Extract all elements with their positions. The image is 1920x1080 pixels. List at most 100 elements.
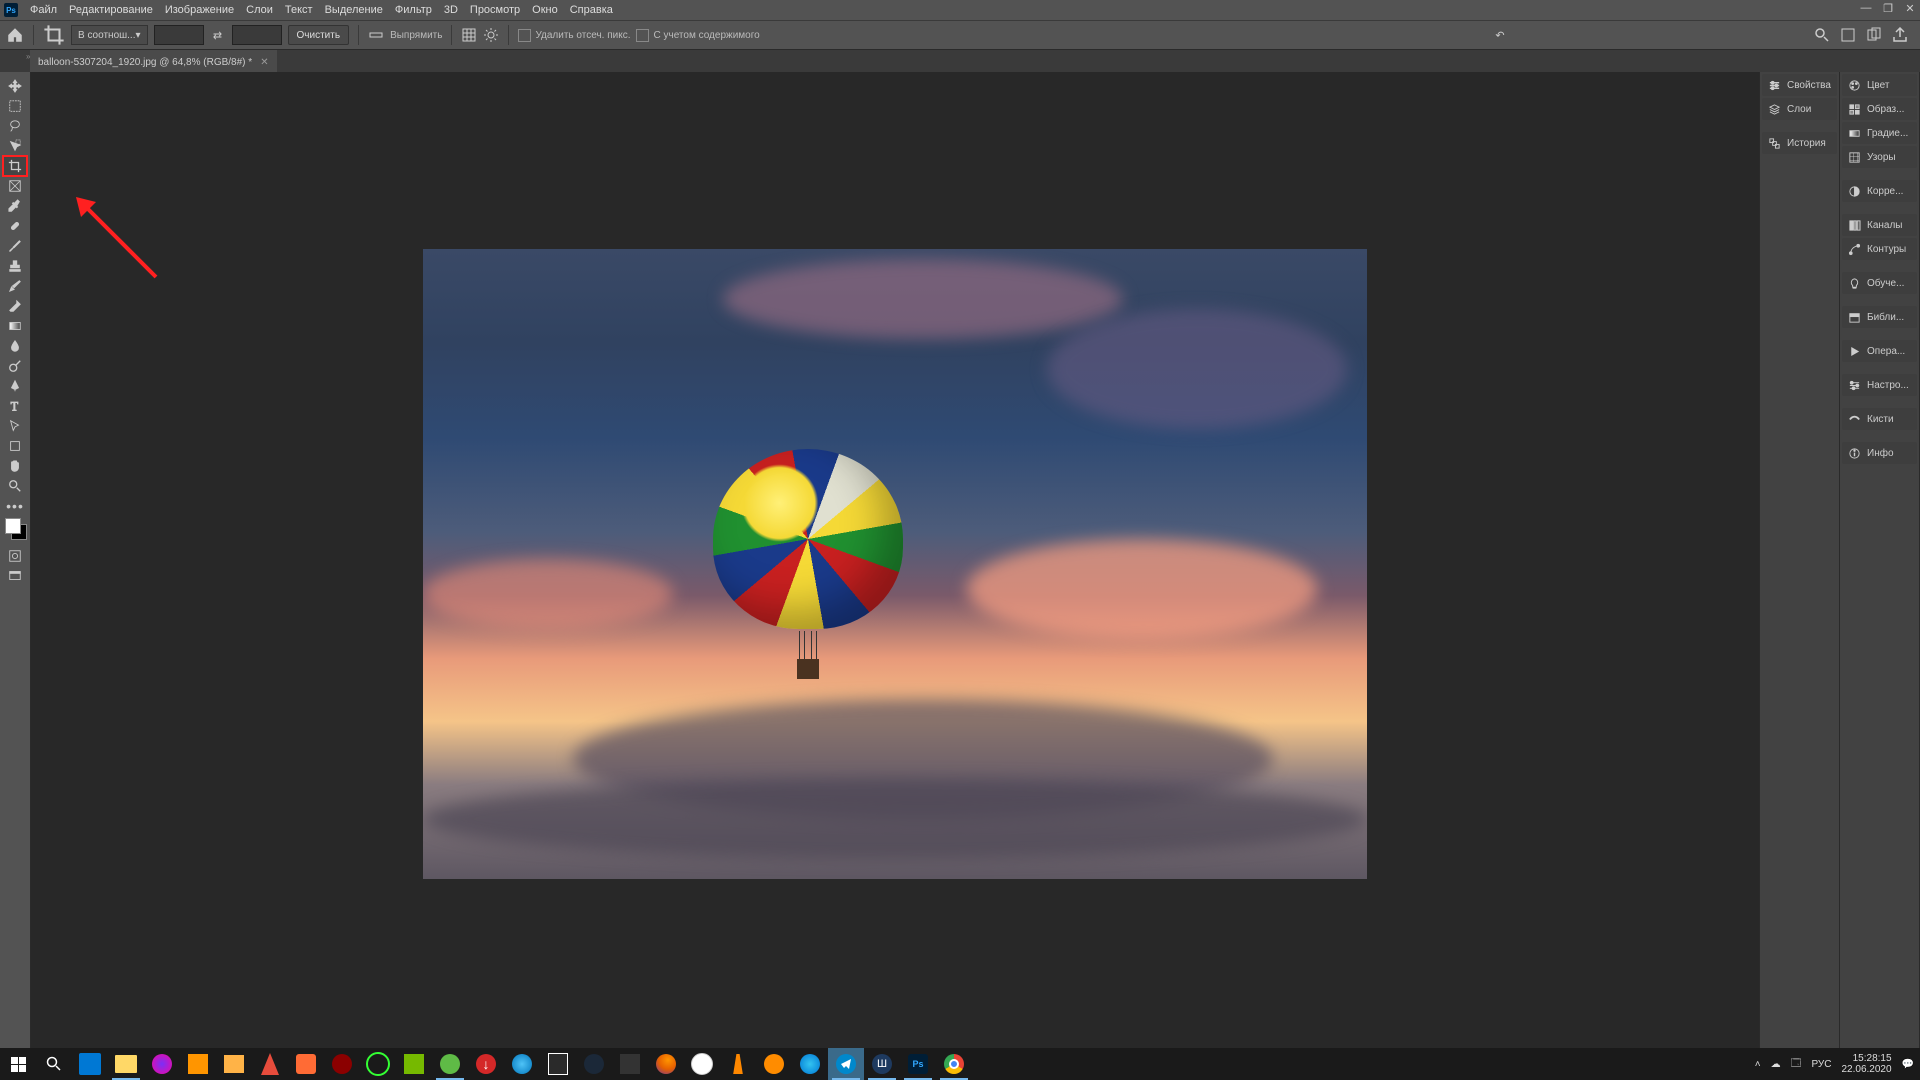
close-button[interactable]: ✕ [1904, 2, 1916, 14]
canvas-area[interactable] [31, 72, 1759, 1056]
taskbar-app-4[interactable] [180, 1048, 216, 1080]
marquee-tool[interactable] [3, 96, 27, 116]
hand-tool[interactable] [3, 456, 27, 476]
panel-layers[interactable]: Слои [1762, 98, 1837, 120]
menu-edit[interactable]: Редактирование [63, 2, 159, 18]
panel-settings[interactable]: Настро... [1842, 374, 1917, 396]
menu-filter[interactable]: Фильтр [389, 2, 438, 18]
taskbar-app-7[interactable] [288, 1048, 324, 1080]
eraser-tool[interactable] [3, 296, 27, 316]
taskbar-telegram[interactable] [828, 1048, 864, 1080]
lasso-tool[interactable] [3, 116, 27, 136]
menu-help[interactable]: Справка [564, 2, 619, 18]
delete-cropped-checkbox[interactable]: Удалить отсеч. пикс. [518, 29, 630, 42]
panel-swatches[interactable]: Образ... [1842, 98, 1917, 120]
pen-tool[interactable] [3, 376, 27, 396]
crop-height-input[interactable] [232, 25, 282, 45]
document-canvas[interactable] [423, 249, 1367, 879]
taskbar-app-10[interactable] [396, 1048, 432, 1080]
menu-view[interactable]: Просмотр [464, 2, 526, 18]
menu-window[interactable]: Окно [526, 2, 564, 18]
tray-battery-icon[interactable]: 🗔 [1791, 1056, 1802, 1073]
zoom-tool[interactable] [3, 476, 27, 496]
start-button[interactable] [0, 1048, 36, 1080]
taskbar-app-1[interactable] [72, 1048, 108, 1080]
panel-color[interactable]: Цвет [1842, 74, 1917, 96]
document-tab[interactable]: balloon-5307204_1920.jpg @ 64,8% (RGB/8#… [30, 50, 277, 74]
taskbar-app-9[interactable] [360, 1048, 396, 1080]
taskbar-app-6[interactable] [252, 1048, 288, 1080]
shape-tool[interactable] [3, 436, 27, 456]
taskbar-app-16[interactable] [612, 1048, 648, 1080]
menu-select[interactable]: Выделение [319, 2, 389, 18]
edit-toolbar[interactable]: ••• [3, 496, 27, 516]
artboard-icon[interactable] [1866, 27, 1882, 43]
share-icon[interactable] [1892, 27, 1908, 43]
menu-3d[interactable]: 3D [438, 2, 464, 18]
restore-button[interactable]: ❐ [1882, 2, 1894, 14]
brush-tool[interactable] [3, 236, 27, 256]
stamp-tool[interactable] [3, 256, 27, 276]
taskbar-app-12[interactable]: ↓ [468, 1048, 504, 1080]
panel-paths[interactable]: Контуры [1842, 238, 1917, 260]
taskbar-explorer[interactable] [108, 1048, 144, 1080]
quick-select-tool[interactable] [3, 136, 27, 156]
taskbar-epic[interactable] [540, 1048, 576, 1080]
crop-width-input[interactable] [154, 25, 204, 45]
crop-tool-indicator-icon[interactable] [43, 24, 65, 46]
taskbar-app-5[interactable] [216, 1048, 252, 1080]
taskbar-itunes[interactable] [684, 1048, 720, 1080]
ratio-preset-dropdown[interactable]: В соотнош... ▾ [71, 25, 148, 45]
undo-icon[interactable]: ↶ [1492, 27, 1508, 43]
taskbar-app-11[interactable] [432, 1048, 468, 1080]
dodge-tool[interactable] [3, 356, 27, 376]
frame-icon[interactable] [1840, 27, 1856, 43]
healing-tool[interactable] [3, 216, 27, 236]
menu-file[interactable]: Файл [24, 2, 63, 18]
swap-dimensions-icon[interactable]: ⇄ [210, 27, 226, 43]
panel-gradients[interactable]: Градие... [1842, 122, 1917, 144]
search-icon[interactable] [1814, 27, 1830, 43]
collapse-chevron-icon[interactable]: » [26, 52, 30, 61]
taskbar-search-icon[interactable] [36, 1048, 72, 1080]
panel-actions[interactable]: Опера... [1842, 340, 1917, 362]
straighten-icon[interactable] [368, 27, 384, 43]
menu-image[interactable]: Изображение [159, 2, 240, 18]
tray-clock[interactable]: 15:28:15 22.06.2020 [1841, 1053, 1891, 1075]
panel-adjustments[interactable]: Корре... [1842, 180, 1917, 202]
tray-cloud-icon[interactable]: ☁ [1771, 1059, 1781, 1070]
taskbar-photoshop[interactable]: Ps [900, 1048, 936, 1080]
tray-lang[interactable]: РУС [1811, 1059, 1831, 1070]
panel-info[interactable]: Инфо [1842, 442, 1917, 464]
overlay-grid-icon[interactable] [461, 27, 477, 43]
text-tool[interactable]: T [3, 396, 27, 416]
taskbar-firefox[interactable] [648, 1048, 684, 1080]
content-aware-checkbox[interactable]: С учетом содержимого [636, 29, 759, 42]
gradient-tool[interactable] [3, 316, 27, 336]
taskbar-app-8[interactable] [324, 1048, 360, 1080]
crop-settings-icon[interactable] [483, 27, 499, 43]
minimize-button[interactable]: — [1860, 2, 1872, 14]
taskbar-app-3[interactable] [144, 1048, 180, 1080]
taskbar-app-20[interactable] [756, 1048, 792, 1080]
panel-properties[interactable]: Свойства [1762, 74, 1837, 96]
taskbar-edge[interactable] [792, 1048, 828, 1080]
panel-history[interactable]: История [1762, 132, 1837, 154]
clear-button[interactable]: Очистить [288, 25, 350, 45]
taskbar-app-23[interactable]: Ш [864, 1048, 900, 1080]
frame-tool[interactable] [3, 176, 27, 196]
taskbar-steam[interactable] [576, 1048, 612, 1080]
panel-learn[interactable]: Обуче... [1842, 272, 1917, 294]
taskbar-chrome[interactable] [936, 1048, 972, 1080]
menu-text[interactable]: Текст [279, 2, 319, 18]
color-swatches[interactable] [5, 518, 25, 538]
panel-libraries[interactable]: Библи... [1842, 306, 1917, 328]
home-button[interactable] [6, 26, 24, 44]
panel-brushes[interactable]: Кисти [1842, 408, 1917, 430]
eyedropper-tool[interactable] [3, 196, 27, 216]
path-select-tool[interactable] [3, 416, 27, 436]
tray-chevron-icon[interactable]: ˄ [1755, 1059, 1761, 1070]
taskbar-vlc[interactable] [720, 1048, 756, 1080]
quick-mask-tool[interactable] [3, 546, 27, 566]
screen-mode-tool[interactable] [3, 566, 27, 586]
